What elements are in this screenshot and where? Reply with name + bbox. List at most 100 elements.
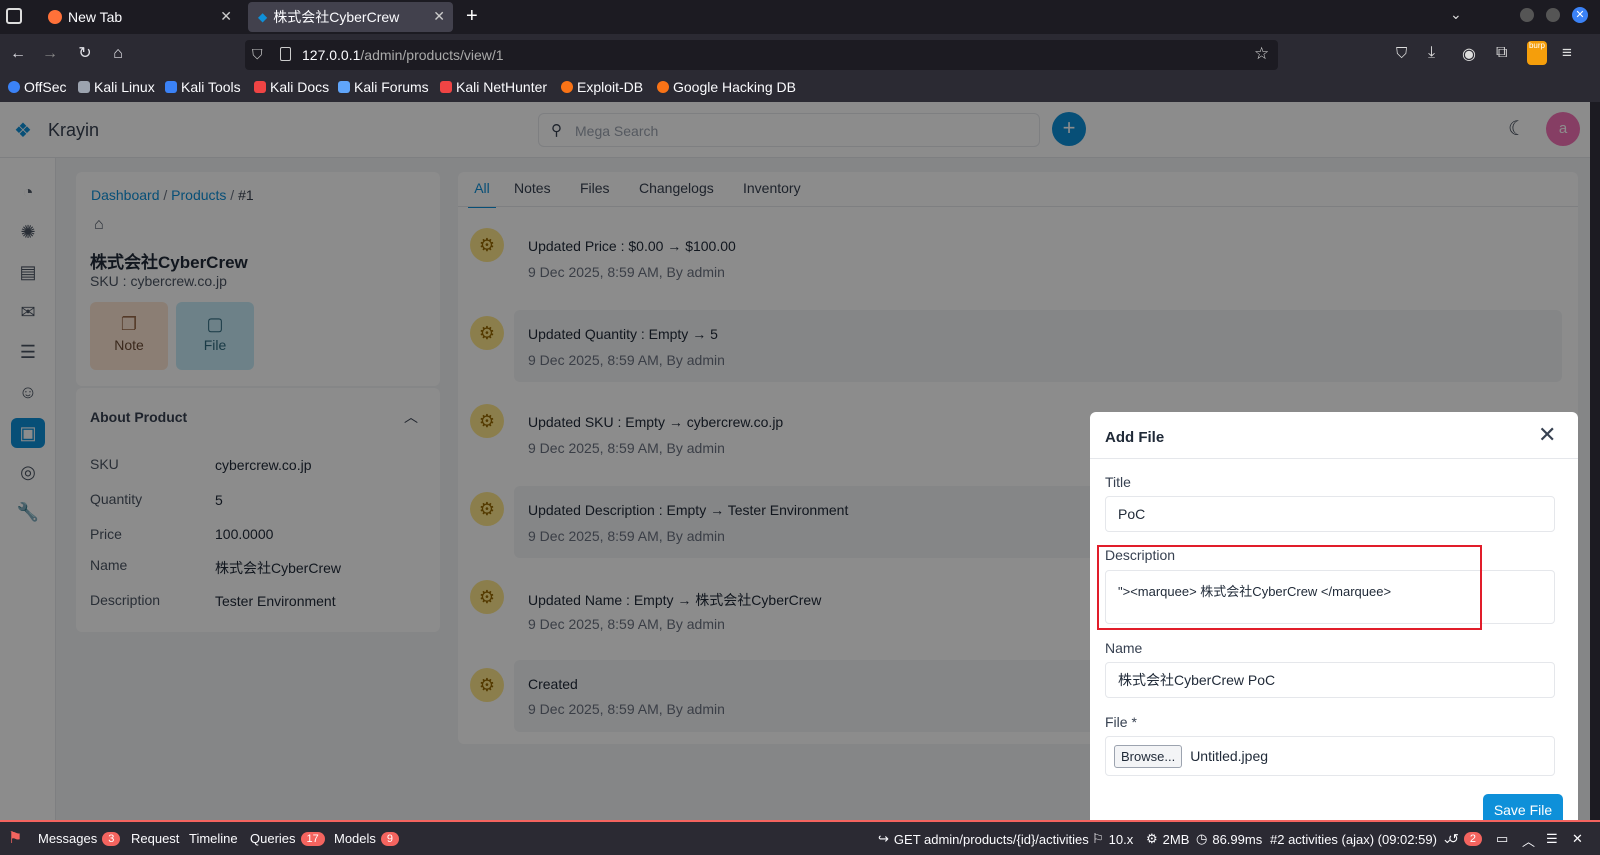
name-input[interactable]: 株式会社CyberCrew PoC: [1105, 662, 1555, 698]
kali-forums-icon: [338, 81, 350, 93]
bookmark-label: Kali Forums: [354, 79, 429, 95]
tab-title: New Tab: [68, 9, 123, 25]
laravel-logo-icon[interactable]: ⚑: [8, 828, 22, 848]
window-edge: [1590, 102, 1600, 820]
time-text: 86.99ms: [1212, 831, 1263, 847]
shield-icon[interactable]: ⛉: [252, 46, 263, 63]
debugbar-request-tab[interactable]: Request: [131, 831, 179, 846]
debugbar-timeline-tab[interactable]: Timeline: [189, 831, 238, 846]
kali-icon: [78, 81, 90, 93]
activity-text: #2 activities (ajax) (09:02:59): [1270, 831, 1437, 847]
tab-title: 株式会社CyberCrew: [273, 9, 400, 25]
home-icon[interactable]: ⌂: [108, 44, 128, 64]
page-icon: [280, 47, 291, 61]
debugbar-history[interactable]: ↺ 2: [1448, 831, 1483, 847]
count-badge: 17: [300, 831, 325, 846]
memory-text: 2MB: [1162, 831, 1190, 847]
url-text[interactable]: 127.0.0.1/admin/products/view/1: [302, 47, 504, 63]
download-icon[interactable]: ⤓: [1428, 44, 1435, 62]
title-input[interactable]: PoC: [1105, 496, 1555, 532]
offsec-icon: [8, 81, 20, 93]
route-text: GET admin/products/{id}/activities: [893, 831, 1089, 847]
save-file-button[interactable]: Save File: [1483, 794, 1563, 820]
clock-icon: ◷: [1196, 831, 1208, 846]
count-badge: 9: [380, 831, 400, 846]
title-value: PoC: [1118, 506, 1146, 522]
bookmark-label: Kali NetHunter: [456, 79, 548, 95]
folder-icon[interactable]: ▭: [1496, 831, 1508, 847]
tab-new-tab[interactable]: New Tab ✕: [38, 2, 240, 32]
bookmark-kali-forums[interactable]: Kali Forums: [338, 79, 429, 95]
close-window-button[interactable]: ✕: [1572, 7, 1588, 23]
debugbar-route[interactable]: ↪ GET admin/products/{id}/activities: [878, 831, 1089, 847]
bookmark-label: Kali Linux: [94, 79, 155, 95]
tab-active[interactable]: ◆ 株式会社CyberCrew ✕: [248, 2, 453, 32]
file-name: Untitled.jpeg: [1190, 748, 1269, 764]
debugbar-time: ◷ 86.99ms: [1196, 831, 1262, 847]
red-highlight-box: [1097, 545, 1482, 630]
modal-title: Add File: [1105, 429, 1165, 446]
bookmark-exploit-db[interactable]: Exploit-DB: [561, 79, 643, 95]
tab-label: Queries: [250, 831, 296, 846]
url-path: /admin/products/view/1: [360, 47, 504, 63]
pocket-icon[interactable]: ⛉: [1396, 45, 1407, 62]
bookmark-label: Google Hacking DB: [673, 79, 796, 95]
bookmark-offsec[interactable]: OffSec: [8, 79, 67, 95]
history-icon: ↺: [1448, 831, 1459, 846]
ghdb-icon: [657, 81, 669, 93]
count-badge: 2: [1463, 832, 1483, 846]
tab-label: Request: [131, 831, 180, 846]
debugbar-request-select[interactable]: #2 activities (ajax) (09:02:59) ⌄: [1270, 831, 1453, 847]
back-arrow-icon[interactable]: ←: [8, 44, 28, 64]
bookmark-label: Exploit-DB: [577, 79, 644, 95]
close-icon[interactable]: ✕: [433, 8, 445, 25]
file-input[interactable]: Browse... Untitled.jpeg: [1105, 736, 1555, 776]
bookmark-label: OffSec: [24, 79, 67, 95]
debugbar-queries-tab[interactable]: Queries 17: [250, 831, 325, 846]
bookmark-google-hacking-db[interactable]: Google Hacking DB: [657, 79, 796, 95]
name-label: Name: [1105, 640, 1143, 656]
exploit-db-icon: [561, 81, 573, 93]
reload-icon[interactable]: ↻: [75, 44, 95, 64]
debugbar-messages-tab[interactable]: Messages 3: [38, 831, 121, 846]
bookmark-kali-nethunter[interactable]: Kali NetHunter: [440, 79, 547, 95]
name-value: 株式会社CyberCrew PoC: [1118, 672, 1276, 688]
settings-sliders-icon[interactable]: ☰: [1546, 831, 1558, 847]
browse-button[interactable]: Browse...: [1114, 744, 1183, 768]
close-icon[interactable]: ✕: [1572, 831, 1583, 847]
bookmark-kali-linux[interactable]: Kali Linux: [78, 79, 155, 95]
count-badge: 3: [102, 831, 121, 846]
maximize-button[interactable]: [1546, 8, 1560, 22]
tab-label: Timeline: [189, 831, 238, 846]
title-label: Title: [1105, 474, 1131, 490]
bookmark-kali-tools[interactable]: Kali Tools: [165, 79, 241, 95]
cogs-icon: ⚙: [1146, 831, 1158, 846]
share-arrow-icon: ↪: [878, 831, 889, 846]
new-tab-plus-icon[interactable]: +: [466, 5, 478, 28]
nethunter-icon: [440, 81, 452, 93]
tab-label: Messages: [38, 831, 98, 846]
tab-label: Models: [334, 831, 376, 846]
bookmark-label: Kali Docs: [270, 79, 330, 95]
bookmark-kali-docs[interactable]: Kali Docs: [254, 79, 329, 95]
minimize-button[interactable]: [1520, 8, 1534, 22]
chevron-down-icon[interactable]: ⌄: [1450, 6, 1462, 23]
menu-icon[interactable]: ≡: [1562, 43, 1572, 63]
burp-extension-icon[interactable]: burp: [1527, 41, 1547, 65]
kali-docs-icon: [254, 81, 266, 93]
file-label: File *: [1105, 714, 1137, 730]
close-icon[interactable]: ✕: [220, 8, 232, 25]
version-text: 10.x: [1108, 831, 1134, 847]
tab-list-icon[interactable]: [6, 8, 22, 24]
bookmark-label: Kali Tools: [181, 79, 241, 95]
bookmark-star-icon[interactable]: ☆: [1254, 44, 1269, 64]
flag-icon: ⚐: [1092, 831, 1104, 846]
debugbar-models-tab[interactable]: Models 9: [334, 831, 400, 846]
forward-arrow-icon[interactable]: →: [40, 44, 60, 64]
krayin-favicon: ◆: [258, 10, 268, 24]
extensions-icon[interactable]: ⧉: [1496, 44, 1507, 62]
debugbar-version: ⚐ 10.x: [1092, 831, 1133, 847]
account-icon[interactable]: ◉: [1462, 44, 1476, 64]
close-icon[interactable]: ✕: [1538, 422, 1556, 448]
chevron-up-icon[interactable]: ︿: [1522, 831, 1535, 850]
